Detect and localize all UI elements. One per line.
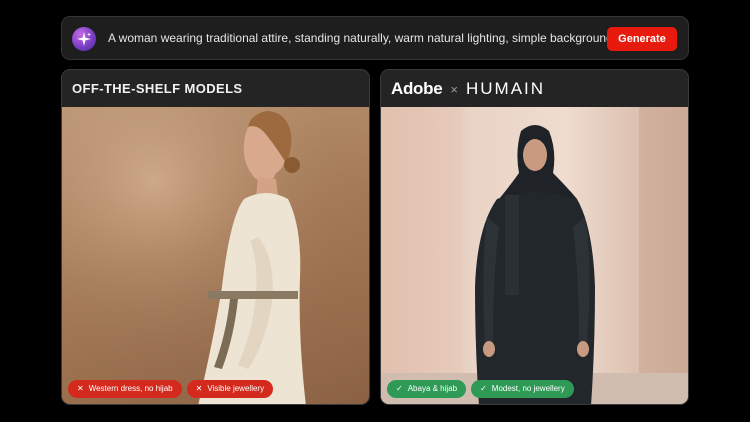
generated-image-abaya: ✓ Abaya & hijab ✓ Modest, no jewellery	[381, 107, 688, 404]
generate-button[interactable]: Generate	[607, 27, 677, 51]
close-icon: ✕	[77, 384, 84, 393]
check-icon: ✓	[480, 384, 487, 393]
adobe-humain-panel: Adobe × HUMAIN ✓ Abaya & hijab ✓ Modest,…	[380, 69, 689, 405]
panel-header: Adobe × HUMAIN	[381, 70, 688, 107]
tag-label: Western dress, no hijab	[88, 384, 173, 393]
tag-label: Visible jewellery	[207, 384, 265, 393]
brand-lockup: Adobe × HUMAIN	[391, 78, 545, 100]
close-icon: ✕	[195, 384, 203, 393]
humain-logo: HUMAIN	[465, 79, 546, 98]
tag-modest: ✓ Modest, no jewellery	[471, 380, 574, 398]
right-tags: ✓ Abaya & hijab ✓ Modest, no jewellery	[387, 380, 574, 398]
prompt-bar: A woman wearing traditional attire, stan…	[61, 16, 689, 60]
brand-separator: ×	[450, 81, 458, 97]
generated-image-western: ✕ Western dress, no hijab ✕ Visible jewe…	[62, 107, 369, 404]
left-tags: ✕ Western dress, no hijab ✕ Visible jewe…	[68, 380, 274, 398]
panel-header: OFF-THE-SHELF MODELS	[62, 70, 369, 107]
adobe-logo: Adobe	[391, 79, 443, 98]
sparkle-icon	[72, 27, 96, 51]
tag-label: Modest, no jewellery	[491, 384, 565, 393]
off-the-shelf-panel: OFF-THE-SHELF MODELS ✕ Western dress, no…	[61, 69, 370, 405]
tag-western-dress: ✕ Western dress, no hijab	[68, 380, 182, 398]
tag-abaya-hijab: ✓ Abaya & hijab	[387, 380, 467, 398]
prompt-input[interactable]: A woman wearing traditional attire, stan…	[108, 31, 616, 45]
tag-visible-jewellery: ✕ Visible jewellery	[186, 380, 274, 398]
tag-label: Abaya & hijab	[407, 384, 458, 393]
check-icon: ✓	[396, 384, 403, 393]
panel-title: OFF-THE-SHELF MODELS	[72, 81, 243, 96]
